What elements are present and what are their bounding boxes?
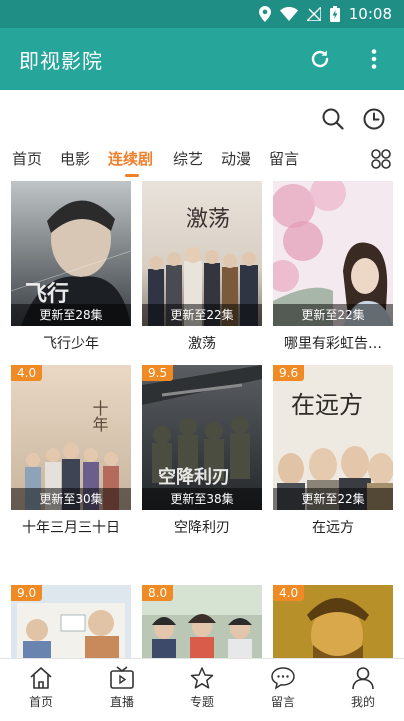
nav-label: 专题 bbox=[189, 695, 214, 709]
category-tabs: 首页 电影 连续剧 综艺 动漫 留言 bbox=[0, 142, 404, 177]
nav-messages[interactable]: 留言 bbox=[243, 659, 323, 721]
nav-label: 我的 bbox=[350, 695, 375, 709]
poster-image: 在远方 9.6 更新至22集 bbox=[273, 365, 393, 510]
poster-image: 4.0 bbox=[273, 585, 393, 658]
episode-status: 更新至22集 bbox=[273, 304, 393, 326]
category-grid-button[interactable] bbox=[370, 148, 392, 170]
home-icon bbox=[30, 667, 52, 689]
tab-anime[interactable]: 动漫 bbox=[221, 148, 251, 169]
location-icon bbox=[258, 6, 271, 22]
card-title: 哪里有彩虹告… bbox=[284, 336, 382, 352]
episode-status: 更新至30集 bbox=[11, 488, 131, 510]
poster-image: 激荡 更新至22集 bbox=[142, 181, 262, 326]
rating-badge: 4.0 bbox=[11, 365, 43, 381]
nav-label: 直播 bbox=[109, 695, 134, 709]
active-tab-indicator bbox=[125, 174, 139, 177]
status-bar: 10:08 bbox=[0, 0, 404, 28]
card-title: 在远方 bbox=[312, 520, 354, 536]
toolbar-row bbox=[0, 100, 404, 136]
poster-image: 十年 4.0 更新至30集 bbox=[11, 365, 131, 510]
poster-image: 更新至22集 bbox=[273, 181, 393, 326]
more-vert-icon bbox=[371, 49, 377, 69]
history-button[interactable] bbox=[361, 106, 387, 132]
nav-topics[interactable]: 专题 bbox=[162, 659, 242, 721]
episode-status: 更新至22集 bbox=[142, 304, 262, 326]
bottom-navigation: 首页 直播 专题 留言 我的 bbox=[0, 658, 404, 720]
refresh-icon bbox=[311, 50, 329, 68]
person-icon bbox=[352, 667, 374, 690]
tab-movie[interactable]: 电影 bbox=[60, 148, 90, 169]
nav-live[interactable]: 直播 bbox=[82, 659, 162, 721]
no-signal-icon bbox=[306, 7, 321, 21]
poster-image: 空降利刃 9.5 更新至38集 bbox=[142, 365, 262, 510]
episode-status: 更新至28集 bbox=[11, 304, 131, 326]
status-time: 10:08 bbox=[348, 5, 392, 23]
card-title: 空降利刃 bbox=[174, 520, 230, 536]
tab-home[interactable]: 首页 bbox=[12, 148, 42, 169]
poster-text: 十年 bbox=[90, 400, 109, 432]
card-title: 十年三月三十日 bbox=[22, 520, 120, 536]
app-bar: 即视影院 bbox=[0, 28, 404, 90]
search-icon bbox=[322, 108, 344, 130]
poster-text: 激荡 bbox=[186, 207, 230, 232]
nav-label: 留言 bbox=[270, 695, 295, 709]
rating-badge: 9.6 bbox=[273, 365, 305, 381]
refresh-button[interactable] bbox=[306, 45, 334, 73]
episode-status: 更新至22集 bbox=[273, 488, 393, 510]
grid-icon bbox=[371, 149, 391, 169]
wifi-icon bbox=[279, 7, 298, 21]
app-title: 即视影院 bbox=[19, 48, 103, 73]
poster-image: 飞行 更新至28集 bbox=[11, 181, 131, 326]
poster-text: 空降利刃 bbox=[158, 466, 230, 488]
poster-text: 在远方 bbox=[291, 391, 363, 419]
poster-image: 9.0 bbox=[11, 585, 131, 658]
nav-label: 首页 bbox=[28, 695, 53, 709]
tab-variety[interactable]: 综艺 bbox=[173, 148, 203, 169]
more-menu-button[interactable] bbox=[360, 45, 388, 73]
nav-home[interactable]: 首页 bbox=[1, 659, 81, 721]
tv-icon bbox=[110, 666, 134, 689]
rating-badge: 8.0 bbox=[142, 585, 174, 601]
episode-status: 更新至38集 bbox=[142, 488, 262, 510]
star-icon bbox=[190, 667, 214, 689]
search-button[interactable] bbox=[320, 106, 346, 132]
card-title: 飞行少年 bbox=[43, 336, 99, 352]
rating-badge: 9.5 bbox=[142, 365, 174, 381]
chat-icon bbox=[271, 667, 295, 690]
tab-series[interactable]: 连续剧 bbox=[108, 148, 153, 169]
rating-badge: 9.0 bbox=[11, 585, 43, 601]
nav-me[interactable]: 我的 bbox=[323, 659, 403, 721]
clock-icon bbox=[363, 108, 385, 130]
poster-image: 8.0 bbox=[142, 585, 262, 658]
tab-message[interactable]: 留言 bbox=[269, 148, 299, 169]
card-title: 激荡 bbox=[188, 336, 216, 352]
rating-badge: 4.0 bbox=[273, 585, 305, 601]
battery-charging-icon bbox=[329, 6, 340, 22]
